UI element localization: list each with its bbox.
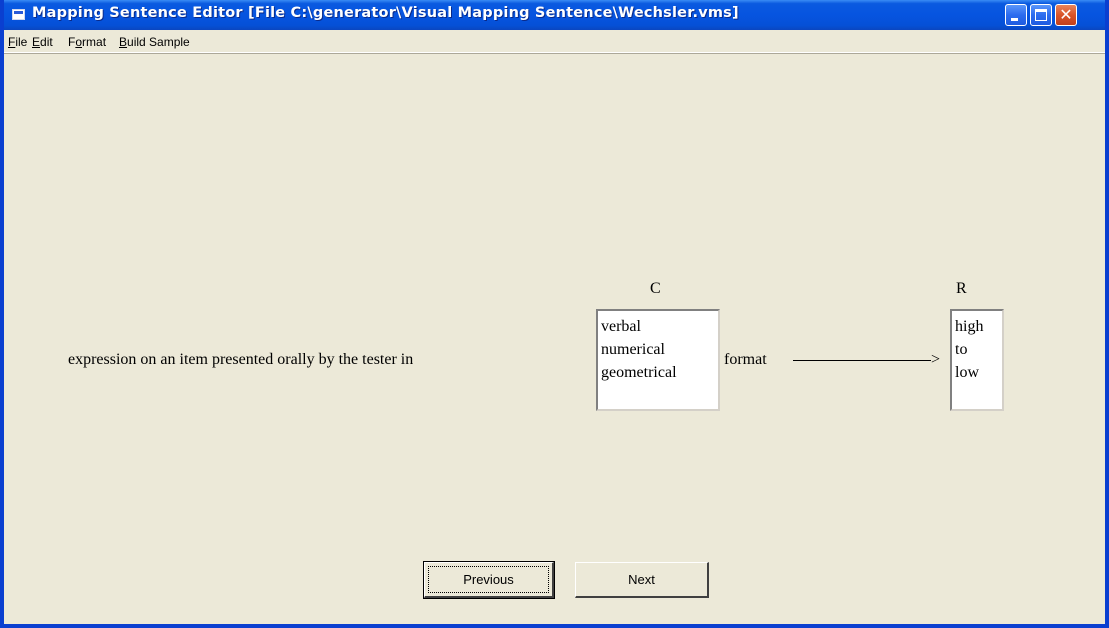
close-button[interactable]: ✕ [1055, 4, 1077, 26]
mapping-arrow-head: > [931, 351, 941, 368]
minimize-button[interactable] [1005, 4, 1027, 26]
maximize-button[interactable] [1030, 4, 1052, 26]
close-icon: ✕ [1059, 5, 1073, 24]
facet-r-box[interactable]: high to low [950, 309, 1004, 411]
previous-button[interactable]: Previous [423, 561, 555, 599]
connector-text: format [724, 351, 767, 368]
minimize-icon [1011, 18, 1018, 21]
facet-c-element[interactable]: verbal [601, 315, 718, 338]
facet-r-label: R [956, 280, 967, 297]
sentence-text: expression on an item presented orally b… [68, 351, 414, 368]
menu-build-sample[interactable]: Build Sample [119, 35, 190, 49]
title-bar[interactable]: Mapping Sentence Editor [File C:\generat… [4, 0, 1105, 30]
menu-file[interactable]: File [8, 35, 27, 49]
facet-r-element[interactable]: high [955, 315, 1002, 338]
app-icon[interactable] [12, 9, 25, 20]
facet-r-element[interactable]: low [955, 361, 1002, 384]
facet-c-label: C [650, 280, 661, 297]
menu-edit[interactable]: Edit [32, 35, 53, 49]
window-title: Mapping Sentence Editor [File C:\generat… [32, 5, 739, 21]
next-button[interactable]: Next [575, 562, 709, 598]
facet-c-box[interactable]: verbal numerical geometrical [596, 309, 720, 411]
facet-r-element[interactable]: to [955, 338, 1002, 361]
facet-c-element[interactable]: numerical [601, 338, 718, 361]
next-button-label: Next [628, 572, 655, 587]
focus-rect [428, 566, 549, 593]
maximize-icon [1035, 9, 1047, 21]
app-window: Mapping Sentence Editor [File C:\generat… [0, 0, 1109, 628]
menu-format[interactable]: Format [68, 35, 106, 49]
mapping-arrow-line [793, 360, 931, 361]
facet-c-element[interactable]: geometrical [601, 361, 718, 384]
menu-bar: File Edit Format Build Sample [4, 30, 1105, 53]
